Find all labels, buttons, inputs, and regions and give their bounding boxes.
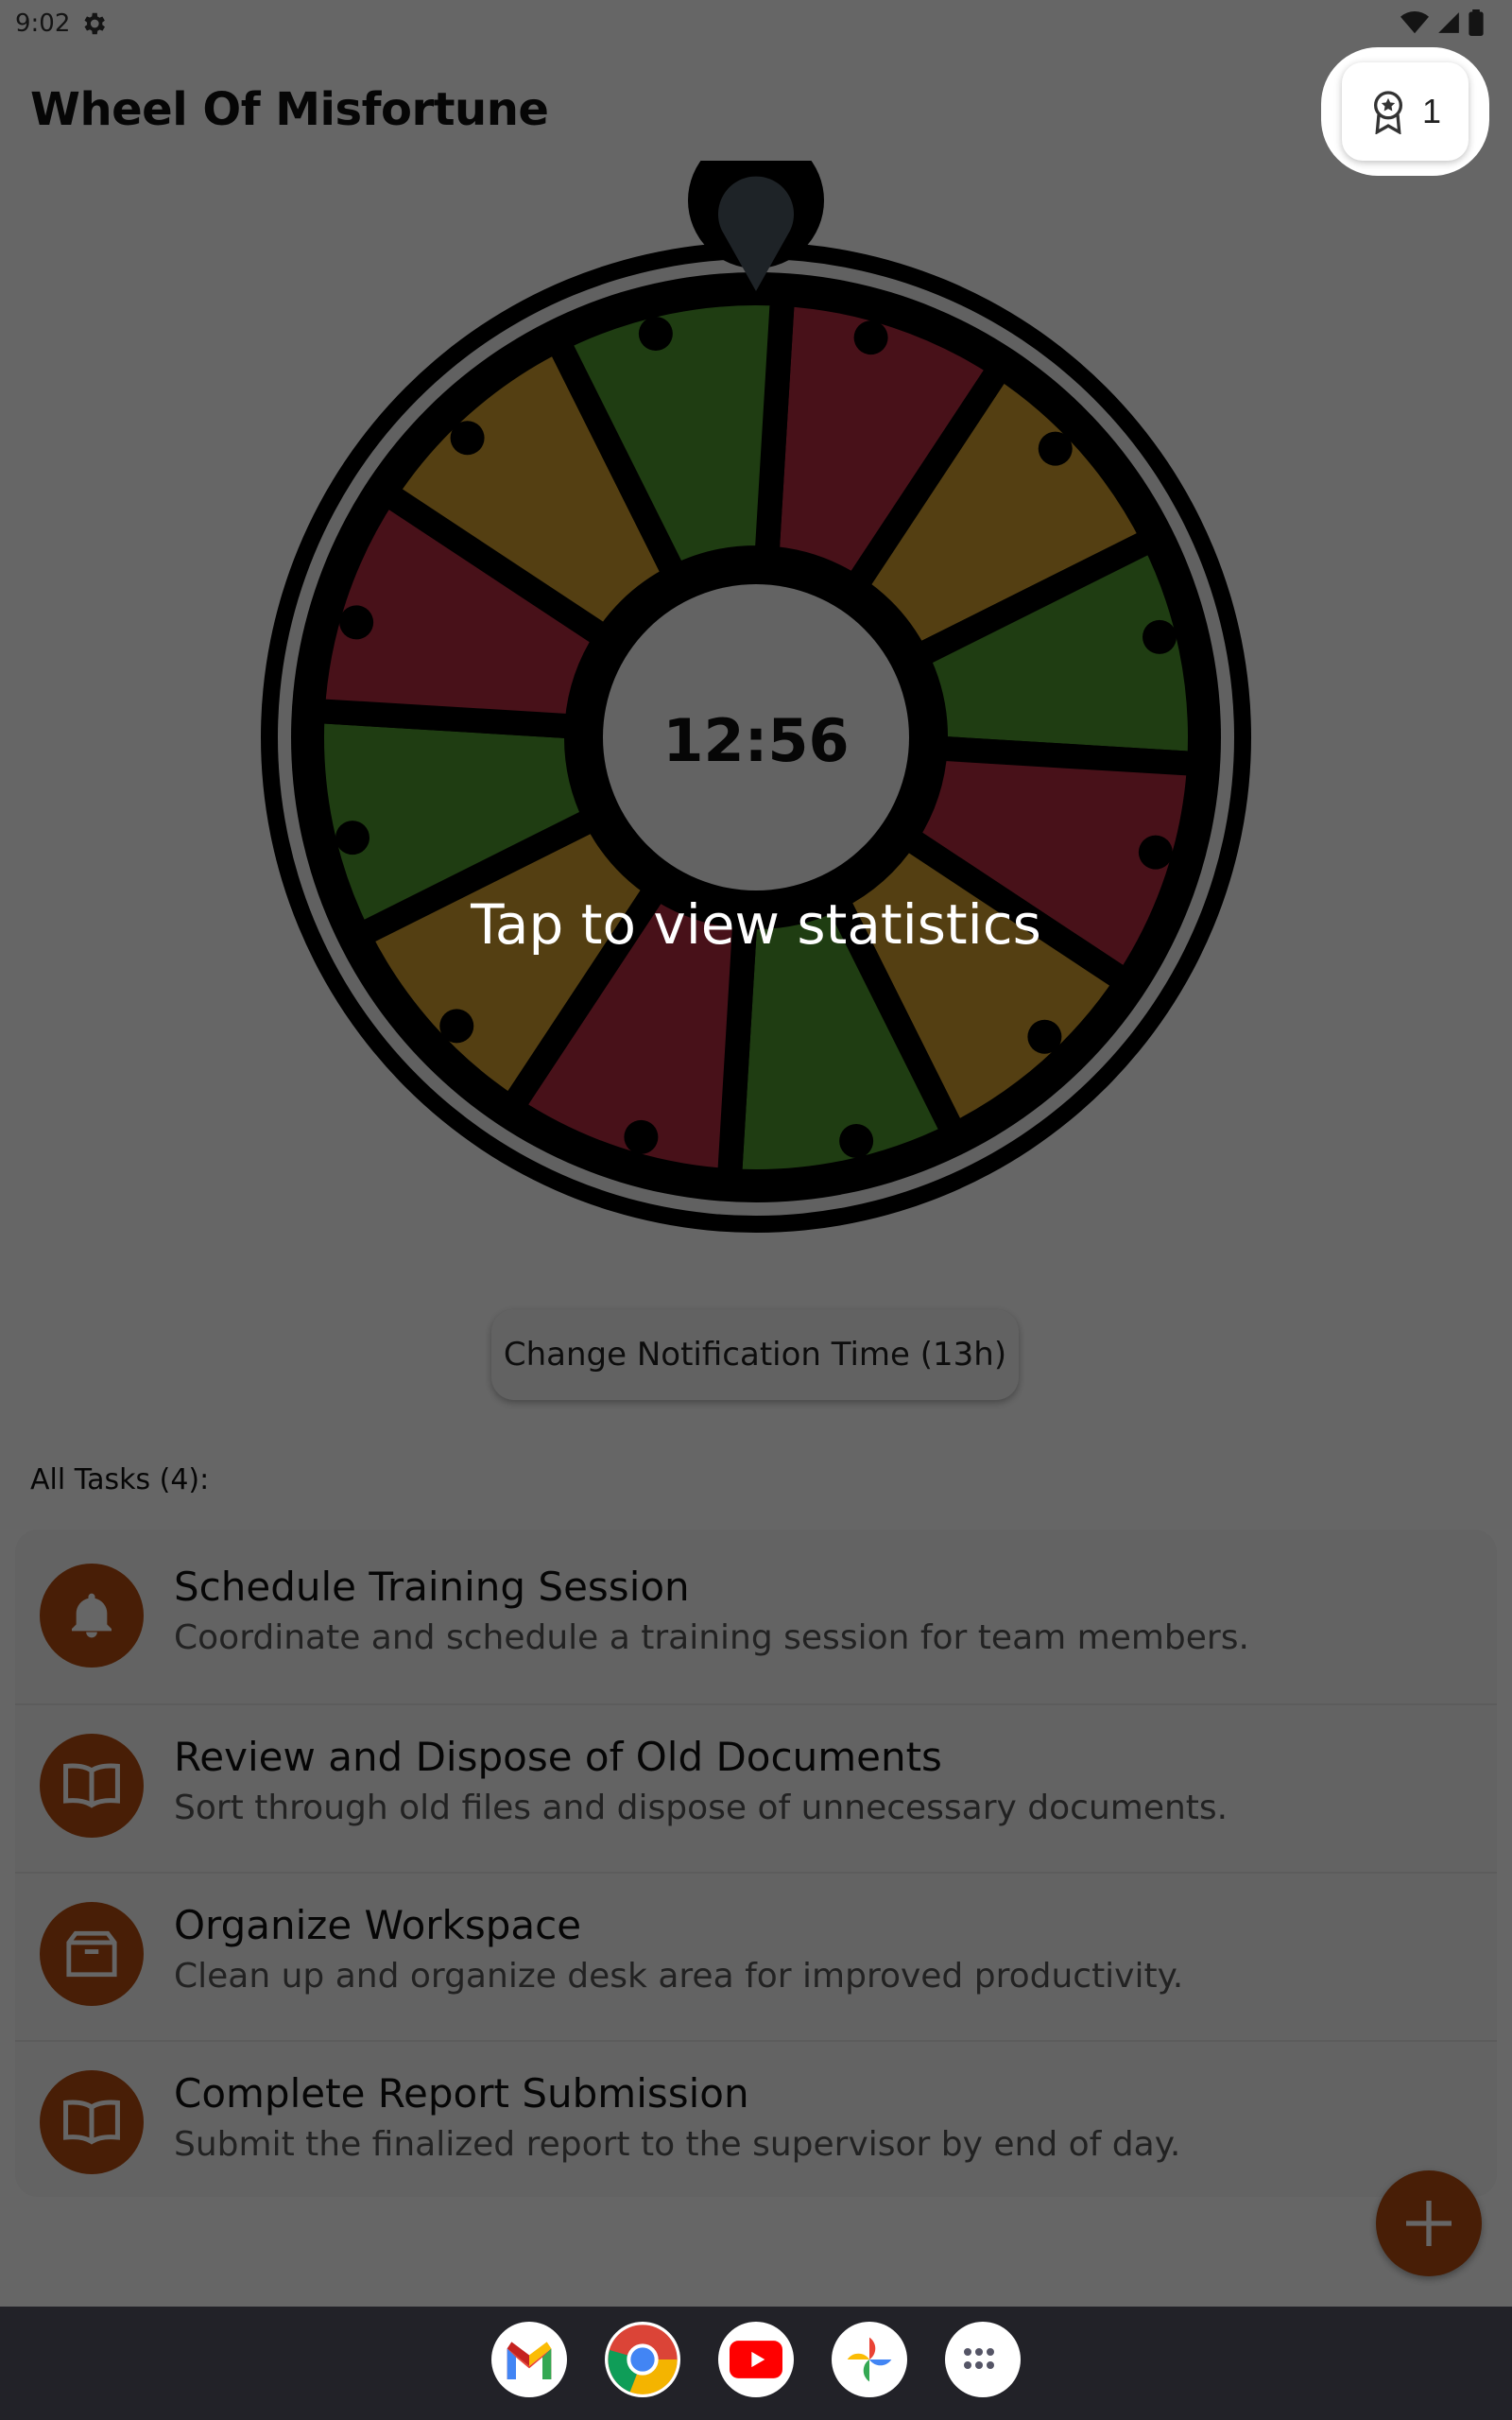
task-title: Schedule Training Session [174, 1564, 690, 1610]
battery-icon [1469, 9, 1484, 36]
task-title: Complete Report Submission [174, 2070, 749, 2117]
task-item[interactable]: Schedule Training Session Coordinate and… [15, 1535, 1497, 1698]
wheel-segment-dot [1038, 431, 1073, 466]
task-icon [40, 1564, 144, 1668]
settings-gear-icon [84, 12, 105, 35]
task-title: Review and Dispose of Old Documents [174, 1734, 942, 1780]
tasks-heading: All Tasks (4): [30, 1463, 210, 1496]
wheel-segment-dot [853, 320, 888, 355]
task-list: Schedule Training Session Coordinate and… [15, 1530, 1497, 2197]
signal-icon [1438, 12, 1459, 33]
wheel-segment-dot [624, 1119, 659, 1154]
wheel-segment-dot [439, 1009, 474, 1044]
add-task-button[interactable] [1376, 2170, 1482, 2276]
app-title: Wheel Of Misfortune [30, 83, 549, 136]
gmail-icon[interactable] [491, 2322, 567, 2397]
wifi-icon [1400, 11, 1429, 34]
status-time: 9:02 [15, 9, 71, 38]
status-icons [1400, 9, 1484, 36]
task-item[interactable]: Complete Report Submission Submit the fi… [15, 2040, 1497, 2204]
wheel-segment-dot [339, 605, 374, 640]
task-icon [40, 1902, 144, 2006]
task-title: Organize Workspace [174, 1902, 582, 1948]
book-icon [63, 2100, 120, 2145]
overlay-hint-text: Tap to view statistics [471, 892, 1041, 957]
change-notification-time-button[interactable]: Change Notification Time (13h) [491, 1309, 1019, 1400]
wheel[interactable]: 12:56 [0, 161, 1512, 1257]
wheel-segment-dot [335, 821, 369, 856]
award-ribbon-icon [1373, 91, 1402, 134]
plus-icon [1406, 2201, 1452, 2246]
box-icon [66, 1930, 117, 1978]
book-icon [63, 1763, 120, 1808]
task-description: Sort through old files and dispose of un… [174, 1789, 1228, 1827]
bell-icon [72, 1593, 112, 1638]
achievements-badge-button[interactable]: 1 [1342, 62, 1469, 161]
badge-count: 1 [1421, 92, 1442, 130]
wheel-segment-dot [1143, 619, 1177, 654]
wheel-segment-dot [839, 1124, 874, 1159]
task-description: Clean up and organize desk area for impr… [174, 1957, 1184, 1996]
wheel-segment-dot [1027, 1019, 1062, 1054]
wheel-timer: 12:56 [662, 706, 849, 775]
chrome-icon[interactable] [605, 2322, 680, 2397]
task-icon [40, 2070, 144, 2174]
task-item[interactable]: Organize Workspace Clean up and organize… [15, 1872, 1497, 2036]
wheel-segment-dot [638, 316, 673, 351]
youtube-icon[interactable] [718, 2322, 794, 2397]
wheel-segment-dot [1138, 835, 1173, 870]
task-item[interactable]: Review and Dispose of Old Documents Sort… [15, 1703, 1497, 1868]
task-description: Submit the finalized report to the super… [174, 2125, 1181, 2164]
status-bar: 9:02 [0, 0, 1512, 47]
task-icon [40, 1734, 144, 1838]
app-drawer-icon[interactable] [945, 2322, 1021, 2397]
wheel-segment-dot [450, 421, 485, 456]
task-description: Coordinate and schedule a training sessi… [174, 1618, 1249, 1657]
photos-icon[interactable] [832, 2322, 907, 2397]
